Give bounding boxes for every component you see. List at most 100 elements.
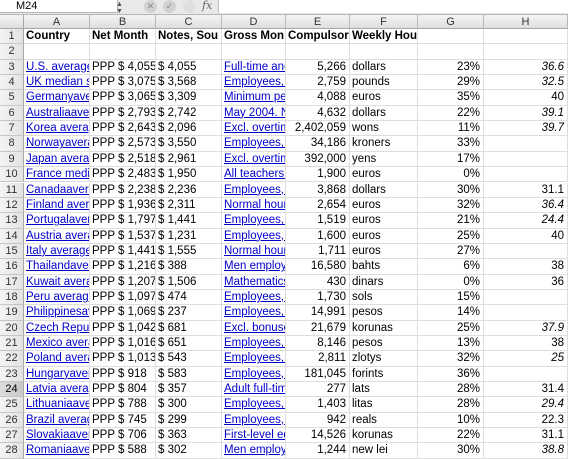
cell-f23[interactable]: forints xyxy=(350,366,418,383)
row-header-16[interactable]: 16 xyxy=(0,259,24,275)
cell-d5[interactable]: Minimum pe xyxy=(222,90,286,106)
cell-a13[interactable]: Portugalaver xyxy=(24,213,90,229)
cell-e27[interactable]: 14,526 xyxy=(286,428,350,444)
cell-g28[interactable]: 30% xyxy=(418,443,484,459)
row-header-27[interactable]: 27 xyxy=(0,428,24,444)
cell-h9[interactable] xyxy=(484,151,568,168)
confirm-icon[interactable]: ✓ xyxy=(163,0,176,13)
cell-d13[interactable]: Employees, 2 xyxy=(222,213,286,229)
cell-f4[interactable]: pounds xyxy=(350,75,418,91)
cell-h23[interactable] xyxy=(484,366,568,383)
cell-a18[interactable]: Peru average xyxy=(24,289,90,306)
cell-d10[interactable]: All teachers a xyxy=(222,167,286,183)
cell-a27[interactable]: Slovakiaaver xyxy=(24,428,90,444)
cell-f15[interactable]: euros xyxy=(350,243,418,260)
cell-d25[interactable]: Employees, 2 xyxy=(222,397,286,413)
header-cell-c[interactable]: Notes, Sou xyxy=(156,29,222,45)
row-header-24[interactable]: 24 xyxy=(0,382,24,398)
cell-g22[interactable]: 32% xyxy=(418,351,484,367)
cell-h18[interactable] xyxy=(484,289,568,306)
cell-d16[interactable]: Men employ xyxy=(222,259,286,275)
cell-e16[interactable]: 16,580 xyxy=(286,259,350,275)
cell-b8[interactable]: PPP $ 2,573 xyxy=(90,136,156,152)
cell-g27[interactable]: 22% xyxy=(418,428,484,444)
cell-e23[interactable]: 181,045 xyxy=(286,366,350,383)
cell-f-empty[interactable] xyxy=(350,44,418,60)
cell-c22[interactable]: $ 543 xyxy=(156,351,222,367)
cell-h19[interactable] xyxy=(484,305,568,321)
cell-a22[interactable]: Poland avera xyxy=(24,351,90,367)
cell-a24[interactable]: Latvia averag xyxy=(24,382,90,398)
cell-f11[interactable]: dollars xyxy=(350,182,418,198)
row-header-10[interactable]: 10 xyxy=(0,167,24,183)
row-header-25[interactable]: 25 xyxy=(0,397,24,413)
cell-d27[interactable]: First-level ed xyxy=(222,428,286,444)
cell-h-empty[interactable] xyxy=(484,44,568,60)
cell-a-empty[interactable] xyxy=(24,44,90,60)
cell-f19[interactable]: pesos xyxy=(350,305,418,321)
header-cell-d[interactable]: Gross Mon xyxy=(222,29,286,45)
cell-h20[interactable]: 37.9 xyxy=(484,320,568,336)
cell-f18[interactable]: sols xyxy=(350,289,418,306)
column-header-d[interactable]: D xyxy=(222,15,286,29)
cell-b26[interactable]: PPP $ 745 xyxy=(90,412,156,429)
cell-f13[interactable]: euros xyxy=(350,213,418,229)
cell-a25[interactable]: Lithuaniaave xyxy=(24,397,90,413)
cell-d8[interactable]: Employees, 2 xyxy=(222,136,286,152)
row-header-28[interactable]: 28 xyxy=(0,443,24,459)
row-header-6[interactable]: 6 xyxy=(0,105,24,122)
cell-d21[interactable]: Employees, 2 xyxy=(222,336,286,352)
cell-c9[interactable]: $ 2,961 xyxy=(156,151,222,168)
cell-h11[interactable]: 31.1 xyxy=(484,182,568,198)
cell-h13[interactable]: 24.4 xyxy=(484,213,568,229)
cell-d6[interactable]: May 2004. N xyxy=(222,105,286,122)
cell-e10[interactable]: 1,900 xyxy=(286,167,350,183)
header-cell-e[interactable]: Compulsor xyxy=(286,29,350,45)
name-box-dropdown-icon[interactable]: ▲ ▼ xyxy=(116,1,123,15)
cell-e7[interactable]: 2,402,059 xyxy=(286,121,350,137)
function-wizard-button[interactable] xyxy=(183,0,196,13)
column-header-g[interactable]: G xyxy=(418,15,484,29)
row-header-7[interactable]: 7 xyxy=(0,121,24,137)
cell-e25[interactable]: 1,403 xyxy=(286,397,350,413)
cell-g4[interactable]: 29% xyxy=(418,75,484,91)
cell-e17[interactable]: 430 xyxy=(286,274,350,290)
column-header-a[interactable]: A xyxy=(24,15,90,29)
cell-g-empty[interactable] xyxy=(418,44,484,60)
column-header-b[interactable]: B xyxy=(90,15,156,29)
cell-b28[interactable]: PPP $ 588 xyxy=(90,443,156,459)
cell-c4[interactable]: $ 3,568 xyxy=(156,75,222,91)
cell-f9[interactable]: yens xyxy=(350,151,418,168)
header-cell-g[interactable] xyxy=(418,29,484,45)
cell-b9[interactable]: PPP $ 2,518 xyxy=(90,151,156,168)
cell-e3[interactable]: 5,266 xyxy=(286,59,350,76)
cell-c10[interactable]: $ 1,950 xyxy=(156,167,222,183)
cell-b24[interactable]: PPP $ 804 xyxy=(90,382,156,398)
cell-d-empty[interactable] xyxy=(222,44,286,60)
cell-g11[interactable]: 30% xyxy=(418,182,484,198)
cell-c23[interactable]: $ 583 xyxy=(156,366,222,383)
column-header-f[interactable]: F xyxy=(350,15,418,29)
cell-g26[interactable]: 10% xyxy=(418,412,484,429)
cell-f20[interactable]: korunas xyxy=(350,320,418,336)
cell-g20[interactable]: 25% xyxy=(418,320,484,336)
cell-a16[interactable]: Thailandaver xyxy=(24,259,90,275)
cell-a28[interactable]: Romaniaaver xyxy=(24,443,90,459)
row-header-1[interactable]: 1 xyxy=(0,29,24,45)
cell-c14[interactable]: $ 1,231 xyxy=(156,228,222,244)
cell-b6[interactable]: PPP $ 2,793 xyxy=(90,105,156,122)
cancel-icon[interactable]: ✕ xyxy=(144,0,157,13)
cell-a23[interactable]: Hungaryaver xyxy=(24,366,90,383)
cell-a9[interactable]: Japan averag xyxy=(24,151,90,168)
cell-f3[interactable]: dollars xyxy=(350,59,418,76)
cell-d22[interactable]: Employees, i xyxy=(222,351,286,367)
cell-c26[interactable]: $ 299 xyxy=(156,412,222,429)
cell-g8[interactable]: 33% xyxy=(418,136,484,152)
cell-b22[interactable]: PPP $ 1,013 xyxy=(90,351,156,367)
cell-f14[interactable]: euros xyxy=(350,228,418,244)
cell-e19[interactable]: 14,991 xyxy=(286,305,350,321)
cell-e15[interactable]: 1,711 xyxy=(286,243,350,260)
cell-a10[interactable]: France media xyxy=(24,167,90,183)
fx-icon[interactable]: fx xyxy=(202,0,212,12)
cell-a15[interactable]: Italy average xyxy=(24,243,90,260)
